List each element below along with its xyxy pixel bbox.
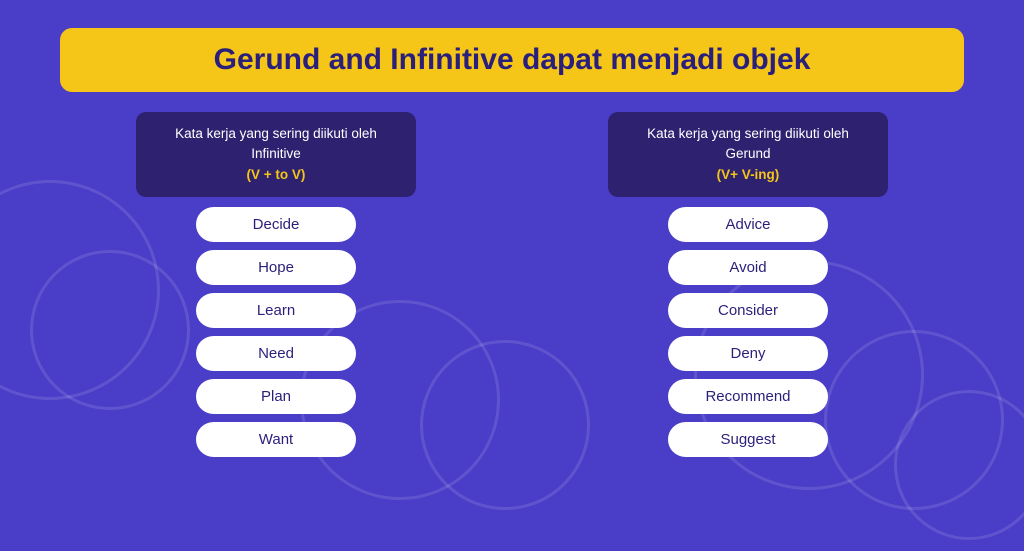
infinitive-pills: Decide Hope Learn Need Plan Want xyxy=(60,207,492,457)
columns-layout: Kata kerja yang sering diikuti oleh Infi… xyxy=(60,112,964,457)
pill-consider: Consider xyxy=(668,293,828,328)
gerund-header: Kata kerja yang sering diikuti oleh Geru… xyxy=(608,112,888,197)
infinitive-header-text: Kata kerja yang sering diikuti oleh Infi… xyxy=(175,126,377,161)
infinitive-column: Kata kerja yang sering diikuti oleh Infi… xyxy=(60,112,492,457)
pill-avoid: Avoid xyxy=(668,250,828,285)
pill-suggest: Suggest xyxy=(668,422,828,457)
pill-want: Want xyxy=(196,422,356,457)
pill-recommend: Recommend xyxy=(668,379,828,414)
title-banner: Gerund and Infinitive dapat menjadi obje… xyxy=(60,28,964,92)
gerund-column: Kata kerja yang sering diikuti oleh Geru… xyxy=(532,112,964,457)
main-container: Gerund and Infinitive dapat menjadi obje… xyxy=(0,0,1024,551)
infinitive-header-highlight: (V + to V) xyxy=(247,167,306,182)
pill-plan: Plan xyxy=(196,379,356,414)
pill-need: Need xyxy=(196,336,356,371)
pill-decide: Decide xyxy=(196,207,356,242)
infinitive-header: Kata kerja yang sering diikuti oleh Infi… xyxy=(136,112,416,197)
gerund-pills: Advice Avoid Consider Deny Recommend Sug… xyxy=(532,207,964,457)
page-title: Gerund and Infinitive dapat menjadi obje… xyxy=(92,42,932,78)
gerund-header-highlight: (V+ V-ing) xyxy=(717,167,780,182)
gerund-header-text: Kata kerja yang sering diikuti oleh Geru… xyxy=(647,126,849,161)
pill-hope: Hope xyxy=(196,250,356,285)
pill-advice: Advice xyxy=(668,207,828,242)
pill-learn: Learn xyxy=(196,293,356,328)
pill-deny: Deny xyxy=(668,336,828,371)
